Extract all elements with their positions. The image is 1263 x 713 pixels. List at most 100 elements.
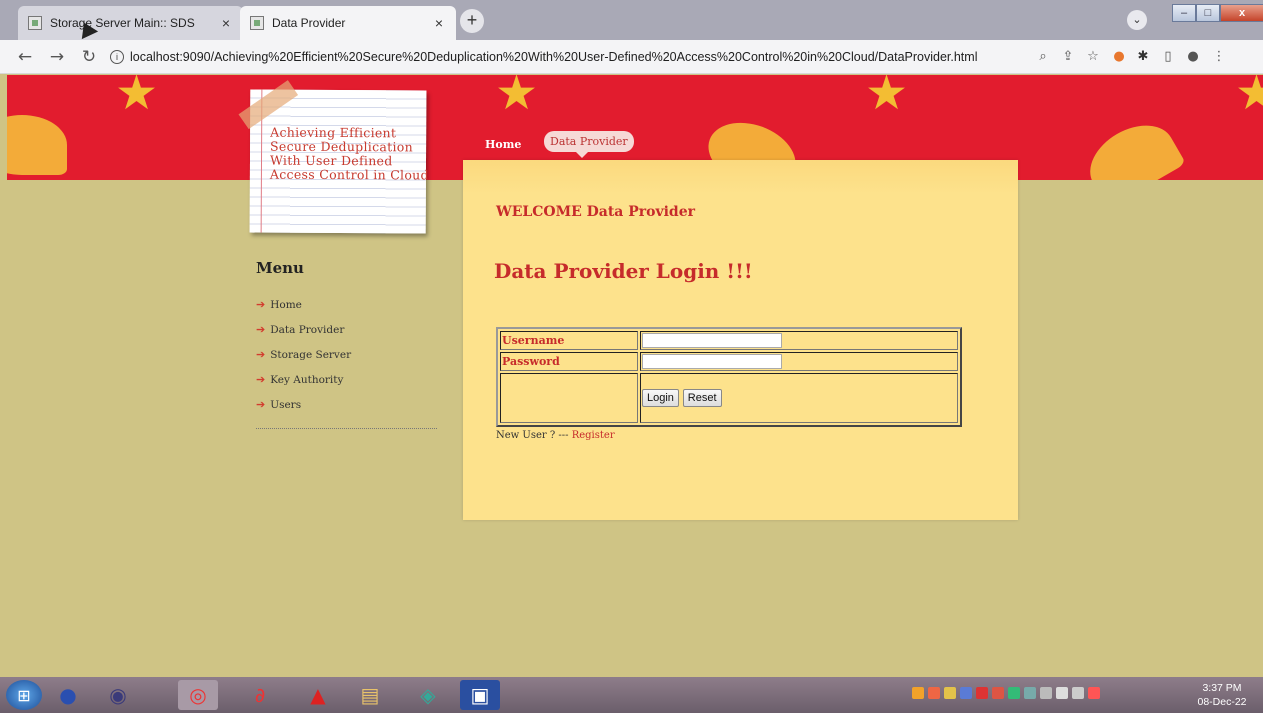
decorative-star-icon: ★ [495, 75, 539, 121]
password-cell [640, 352, 958, 371]
address-bar[interactable]: i localhost:9090/Achieving%20Efficient%2… [110, 45, 1130, 69]
page-favicon-icon [28, 16, 42, 30]
tray-icon[interactable] [1008, 687, 1020, 699]
eclipse-icon[interactable]: ◉ [98, 680, 138, 710]
sidebar-title: Menu [256, 259, 304, 277]
sidebar-item-key-authority[interactable]: ➔ Key Authority [256, 367, 351, 392]
netbeans-icon[interactable]: ∂ [240, 680, 280, 710]
tab-data-provider[interactable]: Data Provider × [240, 6, 456, 40]
file-explorer-icon[interactable]: ▤ [350, 680, 390, 710]
content-panel: WELCOME Data Provider Data Provider Logi… [463, 160, 1018, 520]
tray-icon[interactable] [928, 687, 940, 699]
page-favicon-icon [250, 16, 264, 30]
sidebar-item-storage-server[interactable]: ➔ Storage Server [256, 342, 351, 367]
arrow-icon: ➔ [256, 298, 266, 311]
sidebar-item-label[interactable]: Home [270, 299, 302, 311]
network-icon[interactable]: ◈ [408, 680, 448, 710]
maximize-button[interactable]: □ [1196, 4, 1220, 22]
volume-icon[interactable] [1056, 687, 1068, 699]
new-user-line: New User ? --- Register [496, 430, 615, 441]
tab-storage-server[interactable]: Storage Server Main:: SDS × [18, 6, 243, 40]
site-info-icon[interactable]: i [110, 50, 124, 64]
window-controls: – □ x [1172, 4, 1263, 22]
profile-avatar-icon[interactable]: ● [1184, 48, 1202, 66]
start-button[interactable]: ⊞ [6, 680, 42, 710]
share-icon[interactable]: ⇪ [1059, 48, 1077, 66]
username-label: Username [500, 331, 638, 350]
sidebar-divider [256, 428, 437, 429]
nav-home-link[interactable]: Home [485, 138, 521, 151]
tab-close-icon[interactable]: × [217, 15, 235, 31]
login-button[interactable]: Login [642, 389, 679, 407]
nav-data-provider-link[interactable]: Data Provider [544, 131, 634, 158]
reload-icon[interactable]: ↻ [78, 46, 100, 68]
username-input[interactable] [642, 333, 782, 348]
tray-icon[interactable] [960, 687, 972, 699]
username-cell [640, 331, 958, 350]
tray-icon[interactable] [944, 687, 956, 699]
bookmark-star-icon[interactable]: ☆ [1084, 48, 1102, 66]
tray-icon[interactable] [1040, 687, 1052, 699]
tray-icon[interactable] [992, 687, 1004, 699]
new-tab-button[interactable]: + [460, 9, 484, 33]
decorative-flower-icon [7, 115, 67, 175]
flag-icon[interactable] [1088, 687, 1100, 699]
password-input[interactable] [642, 354, 782, 369]
sidebar-item-label[interactable]: Storage Server [270, 349, 351, 361]
network-tray-icon[interactable] [1072, 687, 1084, 699]
reset-button[interactable]: Reset [682, 389, 722, 407]
acrobat-icon[interactable]: ▲ [298, 680, 338, 710]
buttons-cell: Login Reset [640, 373, 958, 423]
register-link[interactable]: Register [572, 430, 615, 441]
tab-close-icon[interactable]: × [430, 15, 448, 31]
browser-toolbar: ← → ↻ i localhost:9090/Achieving%20Effic… [0, 40, 1263, 74]
arrow-icon: ➔ [256, 323, 266, 336]
site-logo-notepad: Achieving Efficient Secure Deduplication… [238, 80, 429, 234]
tab-title: Data Provider [272, 16, 346, 30]
page-title: Data Provider Login !!! [494, 259, 753, 283]
extension-badge-icon[interactable]: ● [1110, 48, 1128, 66]
arrow-icon: ➔ [256, 373, 266, 386]
side-panel-icon[interactable]: ▯ [1159, 48, 1177, 66]
password-label: Password [500, 352, 638, 371]
forward-arrow-icon[interactable]: → [46, 46, 68, 68]
tray-icon[interactable] [976, 687, 988, 699]
login-form: Username Password Login Reset [496, 327, 962, 427]
sidebar-item-label[interactable]: Key Authority [270, 374, 343, 386]
sidebar-item-label[interactable]: Users [270, 399, 301, 411]
tray-icon[interactable] [1024, 687, 1036, 699]
windows-taskbar: ⊞ ● ◉ ◎ ∂ ▲ ▤ ◈ ▣ 3:37 PM 08-Dec-22 [0, 677, 1263, 713]
decorative-flower-icon [1078, 111, 1186, 180]
terminal-icon[interactable]: ▣ [460, 680, 500, 710]
decorative-star-icon: ★ [115, 75, 159, 121]
new-user-text: New User ? --- [496, 430, 572, 441]
tray-icon[interactable] [912, 687, 924, 699]
sidebar-item-label[interactable]: Data Provider [270, 324, 344, 336]
internet-explorer-icon[interactable]: ● [48, 680, 88, 710]
system-tray [912, 687, 1100, 699]
close-window-button[interactable]: x [1220, 4, 1263, 22]
site-title: Achieving Efficient Secure Deduplication… [269, 124, 429, 183]
url-text: localhost:9090/Achieving%20Efficient%20S… [130, 50, 978, 64]
sidebar-item-users[interactable]: ➔ Users [256, 392, 351, 417]
sidebar-menu: ➔ Home ➔ Data Provider ➔ Storage Server ➔ Ke… [256, 292, 351, 417]
clock-time: 3:37 PM [1202, 682, 1242, 694]
arrow-icon: ➔ [256, 348, 266, 361]
back-arrow-icon[interactable]: ← [14, 46, 36, 68]
browser-menu-icon[interactable]: ⋮ [1210, 48, 1228, 66]
sidebar-item-home[interactable]: ➔ Home [256, 292, 351, 317]
welcome-heading: WELCOME Data Provider [496, 204, 696, 220]
extensions-puzzle-icon[interactable]: ✱ [1134, 48, 1152, 66]
minimize-button[interactable]: – [1172, 4, 1196, 22]
clock-date: 08-Dec-22 [1197, 696, 1247, 708]
decorative-star-icon: ★ [1235, 75, 1263, 121]
tab-title: Storage Server Main:: SDS [50, 16, 195, 30]
arrow-icon: ➔ [256, 398, 266, 411]
empty-cell [500, 373, 638, 423]
sidebar-item-data-provider[interactable]: ➔ Data Provider [256, 317, 351, 342]
chrome-icon[interactable]: ◎ [178, 680, 218, 710]
zoom-icon[interactable]: ⌕ [1034, 48, 1052, 66]
tab-search-chevron-icon[interactable]: ⌄ [1127, 10, 1147, 30]
decorative-star-icon: ★ [865, 75, 909, 121]
taskbar-clock[interactable]: 3:37 PM 08-Dec-22 [1192, 681, 1252, 709]
